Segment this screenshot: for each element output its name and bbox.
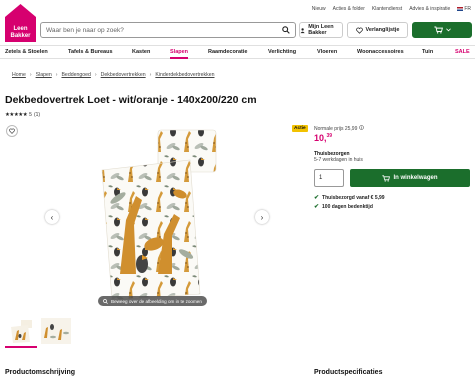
nav-item-tuin[interactable]: Tuin (422, 49, 433, 55)
usp-item: ✔ Thuisbezorgd vanaf € 5,99 (314, 194, 385, 202)
language-switch[interactable]: FR (457, 6, 471, 12)
nav-item-zetels[interactable]: Zetels & Stoelen (5, 49, 48, 55)
cart-icon (433, 26, 443, 34)
breadcrumb-separator-icon: › (94, 72, 97, 78)
add-to-cart-label: In winkelwagen (393, 175, 438, 181)
wishlist-button[interactable]: Verlanglijstje (347, 22, 408, 38)
language-label: FR (464, 6, 471, 12)
usp-item: ✔ 100 dagen bedenktijd (314, 203, 373, 211)
delivery-time: 5-7 werkdagen in huis (314, 157, 363, 163)
chevron-left-icon: ‹ (50, 212, 54, 222)
topbar-link-acties[interactable]: Acties & folder (333, 6, 365, 12)
rating-value: 5 (29, 112, 32, 118)
usp-text: 100 dagen bedenktijd (322, 203, 373, 210)
topbar-link-nieuw[interactable]: Nieuw (312, 6, 326, 12)
sale-price: 10,39 (314, 133, 332, 143)
leen-bakker-logo[interactable]: Leen Bakker (5, 4, 36, 42)
promo-badge: Actie (292, 125, 308, 132)
check-icon: ✔ (314, 204, 320, 210)
top-utility-bar: Nieuw Acties & folder Klantendienst Advi… (312, 6, 471, 12)
breadcrumb-slapen[interactable]: Slapen (36, 72, 52, 78)
account-button[interactable]: Mijn Leen Bakker (299, 22, 343, 38)
usp-text: Thuisbezorgd vanaf € 5,99 (322, 194, 385, 201)
wishlist-label: Verlanglijstje (365, 27, 400, 33)
search-placeholder: Waar ben je naar op zoek? (46, 26, 124, 34)
section-specs-heading[interactable]: Productspecificaties (314, 369, 382, 376)
breadcrumb-separator-icon: › (55, 72, 58, 78)
breadcrumb-dekbedovertrekken[interactable]: Dekbedovertrekken (101, 72, 146, 78)
thumbnail-2[interactable] (41, 318, 71, 344)
nav-item-raamdecoratie[interactable]: Raamdecoratie (208, 49, 247, 55)
breadcrumb-beddengoed[interactable]: Beddengoed (61, 72, 90, 78)
nav-item-tafels[interactable]: Tafels & Bureaus (68, 49, 113, 55)
chevron-down-icon (445, 28, 451, 32)
user-icon (300, 27, 305, 33)
cart-button[interactable] (412, 22, 472, 38)
thumbnail-selected-indicator (5, 346, 37, 348)
thumbnail-1[interactable] (8, 318, 34, 344)
nav-item-woonaccessoires[interactable]: Woonaccessoires (357, 49, 404, 55)
chevron-right-icon: › (260, 212, 264, 222)
product-rating[interactable]: ★★★★★ 5 (1) (5, 112, 40, 118)
normal-price: Normale prijs 25,99 (314, 125, 364, 132)
gallery-next-button[interactable]: › (255, 210, 269, 224)
nav-item-verlichting[interactable]: Verlichting (268, 49, 296, 55)
zoom-hint-text: Beweeg over de afbeelding om in te zoome… (111, 298, 202, 304)
nav-item-slapen[interactable]: Slapen (170, 49, 189, 59)
topbar-link-advies[interactable]: Advies & inspiratie (409, 6, 450, 12)
nav-item-kasten[interactable]: Kasten (132, 49, 150, 55)
topbar-link-klantendienst[interactable]: Klantendienst (372, 6, 402, 12)
breadcrumb-separator-icon: › (149, 72, 152, 78)
nav-item-vloeren[interactable]: Vloeren (317, 49, 337, 55)
zoom-icon (103, 298, 108, 304)
product-title: Dekbedovertrek Loet - wit/oranje - 140x2… (5, 94, 257, 106)
breadcrumb-separator-icon: › (29, 72, 32, 78)
breadcrumb: Home › Slapen › Beddengoed › Dekbedovert… (12, 72, 214, 78)
search-input[interactable]: Waar ben je naar op zoek? (40, 22, 296, 38)
sale-price-main: 10, (314, 133, 327, 143)
check-icon: ✔ (314, 195, 320, 201)
review-count: (1) (33, 112, 41, 118)
sale-price-cents: 39 (326, 133, 333, 139)
logo-line-1: Leen (13, 26, 27, 32)
section-description-heading[interactable]: Productomschrijving (5, 369, 75, 376)
nav-item-sale[interactable]: SALE (455, 49, 470, 55)
cart-icon (382, 174, 391, 182)
logo-line-2: Bakker (10, 33, 31, 39)
add-to-cart-button[interactable]: In winkelwagen (350, 169, 470, 187)
heart-icon (9, 128, 15, 134)
add-to-wishlist-button[interactable] (6, 125, 18, 137)
info-icon[interactable] (359, 125, 364, 130)
breadcrumb-kinderdekbedovertrekken[interactable]: Kinderdekbedovertrekken (155, 72, 214, 78)
product-image[interactable] (96, 124, 222, 302)
heart-icon (355, 27, 363, 34)
normal-price-text: Normale prijs 25,99 (314, 126, 358, 132)
search-icon[interactable] (282, 26, 290, 34)
main-navigation: Zetels & Stoelen Tafels & Bureaus Kasten… (0, 45, 475, 59)
flag-icon (457, 6, 464, 11)
quantity-input[interactable]: 1 (314, 169, 344, 187)
gallery-prev-button[interactable]: ‹ (45, 210, 59, 224)
rating-stars: ★★★★★ (5, 112, 28, 118)
zoom-hint: Beweeg over de afbeelding om in te zoome… (98, 296, 207, 306)
account-label: Mijn Leen Bakker (308, 24, 334, 36)
breadcrumb-home[interactable]: Home (12, 72, 26, 78)
